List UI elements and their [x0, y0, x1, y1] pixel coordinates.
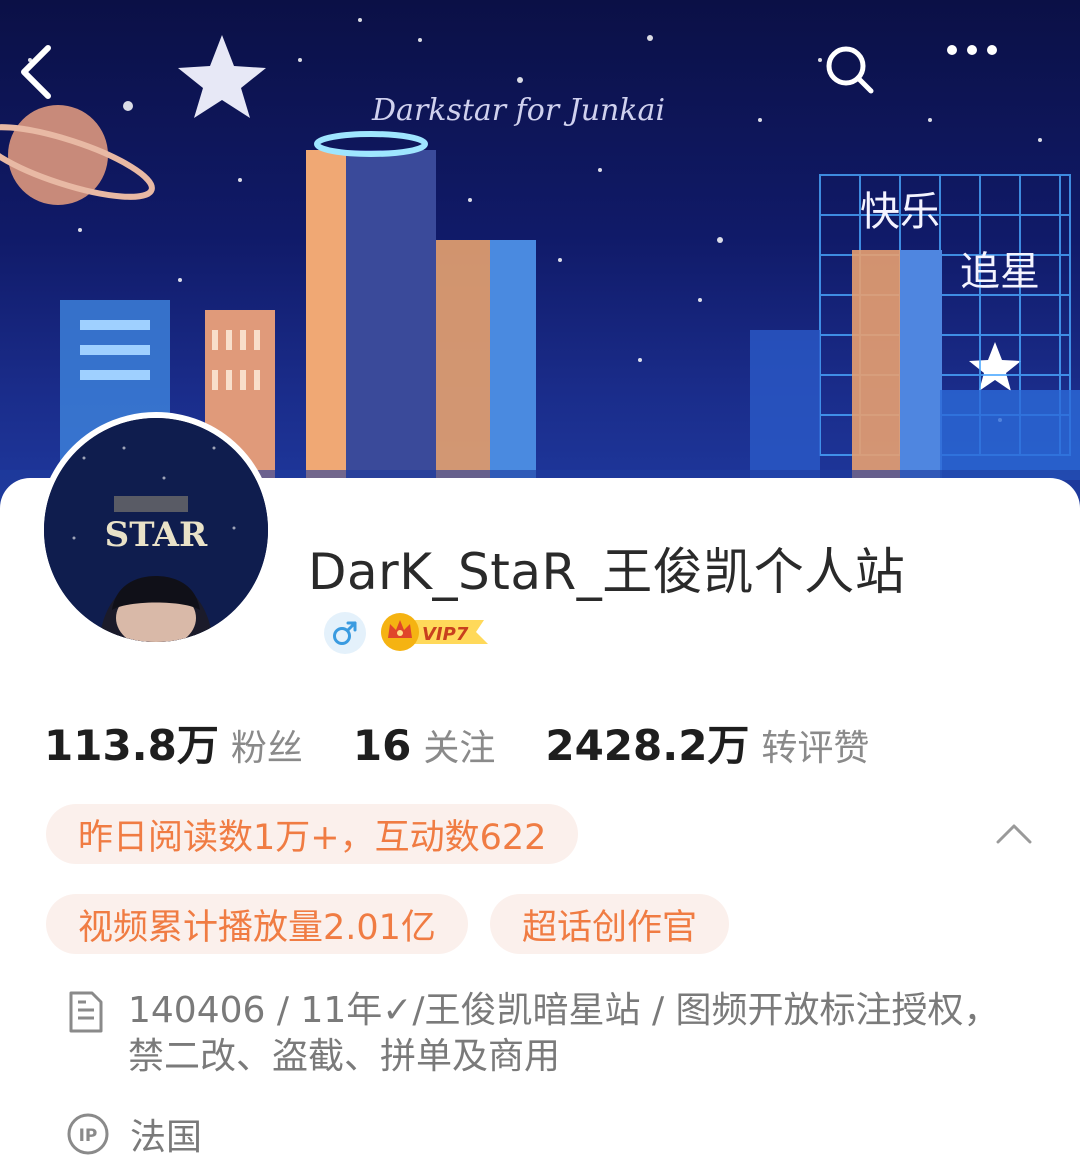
- stat-label: 关注: [423, 728, 496, 769]
- vip-badge[interactable]: VIP7: [380, 610, 492, 654]
- back-button[interactable]: [14, 42, 104, 132]
- more-button[interactable]: [944, 42, 1034, 132]
- vip-label: VIP7: [422, 624, 469, 645]
- stat-followers[interactable]: 113.8万 粉丝: [44, 712, 303, 773]
- banner-neon-text-2: 追星: [960, 249, 1040, 295]
- vip-crown-icon: VIP7: [381, 613, 488, 651]
- stat-value: 16: [352, 721, 412, 770]
- search-button[interactable]: [822, 42, 912, 132]
- stat-value: 113.8万: [44, 721, 219, 770]
- chevron-left-icon: [21, 45, 51, 99]
- ip-location: 法国: [130, 1117, 203, 1158]
- stat-value: 2428.2万: [545, 721, 750, 770]
- avatar-image: STAR: [44, 418, 268, 642]
- avatar-text: STAR: [105, 515, 208, 555]
- male-icon: [333, 621, 357, 645]
- stat-following[interactable]: 16 关注: [353, 719, 495, 771]
- stat-label: 转评赞: [761, 728, 870, 769]
- gender-badge: [324, 612, 366, 654]
- stats-row: 113.8万 粉丝 16 关注 2428.2万 转评赞: [44, 712, 919, 773]
- chevron-up-icon: [996, 824, 1032, 844]
- read-stats-pill[interactable]: 昨日阅读数1万+，互动数622: [46, 804, 579, 864]
- collapse-button[interactable]: [986, 812, 1042, 856]
- creator-badge-pill[interactable]: 超话创作官: [490, 894, 730, 954]
- document-icon: [66, 990, 106, 1034]
- ip-icon-label: IP: [79, 1126, 98, 1146]
- username: DarK_StaR_王俊凯个人站: [308, 543, 906, 601]
- search-icon: [826, 46, 874, 94]
- video-stats-pill[interactable]: 视频累计播放量2.01亿: [46, 894, 468, 954]
- ip-location-icon: IP: [66, 1112, 110, 1156]
- stat-label: 粉丝: [230, 728, 303, 769]
- banner-signature: Darkstar for Junkai: [371, 93, 665, 128]
- stat-interactions[interactable]: 2428.2万 转评赞: [545, 712, 869, 773]
- more-dots-icon: [947, 45, 997, 55]
- banner-neon-text-1: 快乐: [860, 189, 940, 235]
- avatar[interactable]: STAR: [38, 412, 274, 648]
- bio-text: 140406 / 11年✓/王俊凯暗星站 / 图频开放标注授权，禁二改、盗截、拼…: [128, 990, 1000, 1077]
